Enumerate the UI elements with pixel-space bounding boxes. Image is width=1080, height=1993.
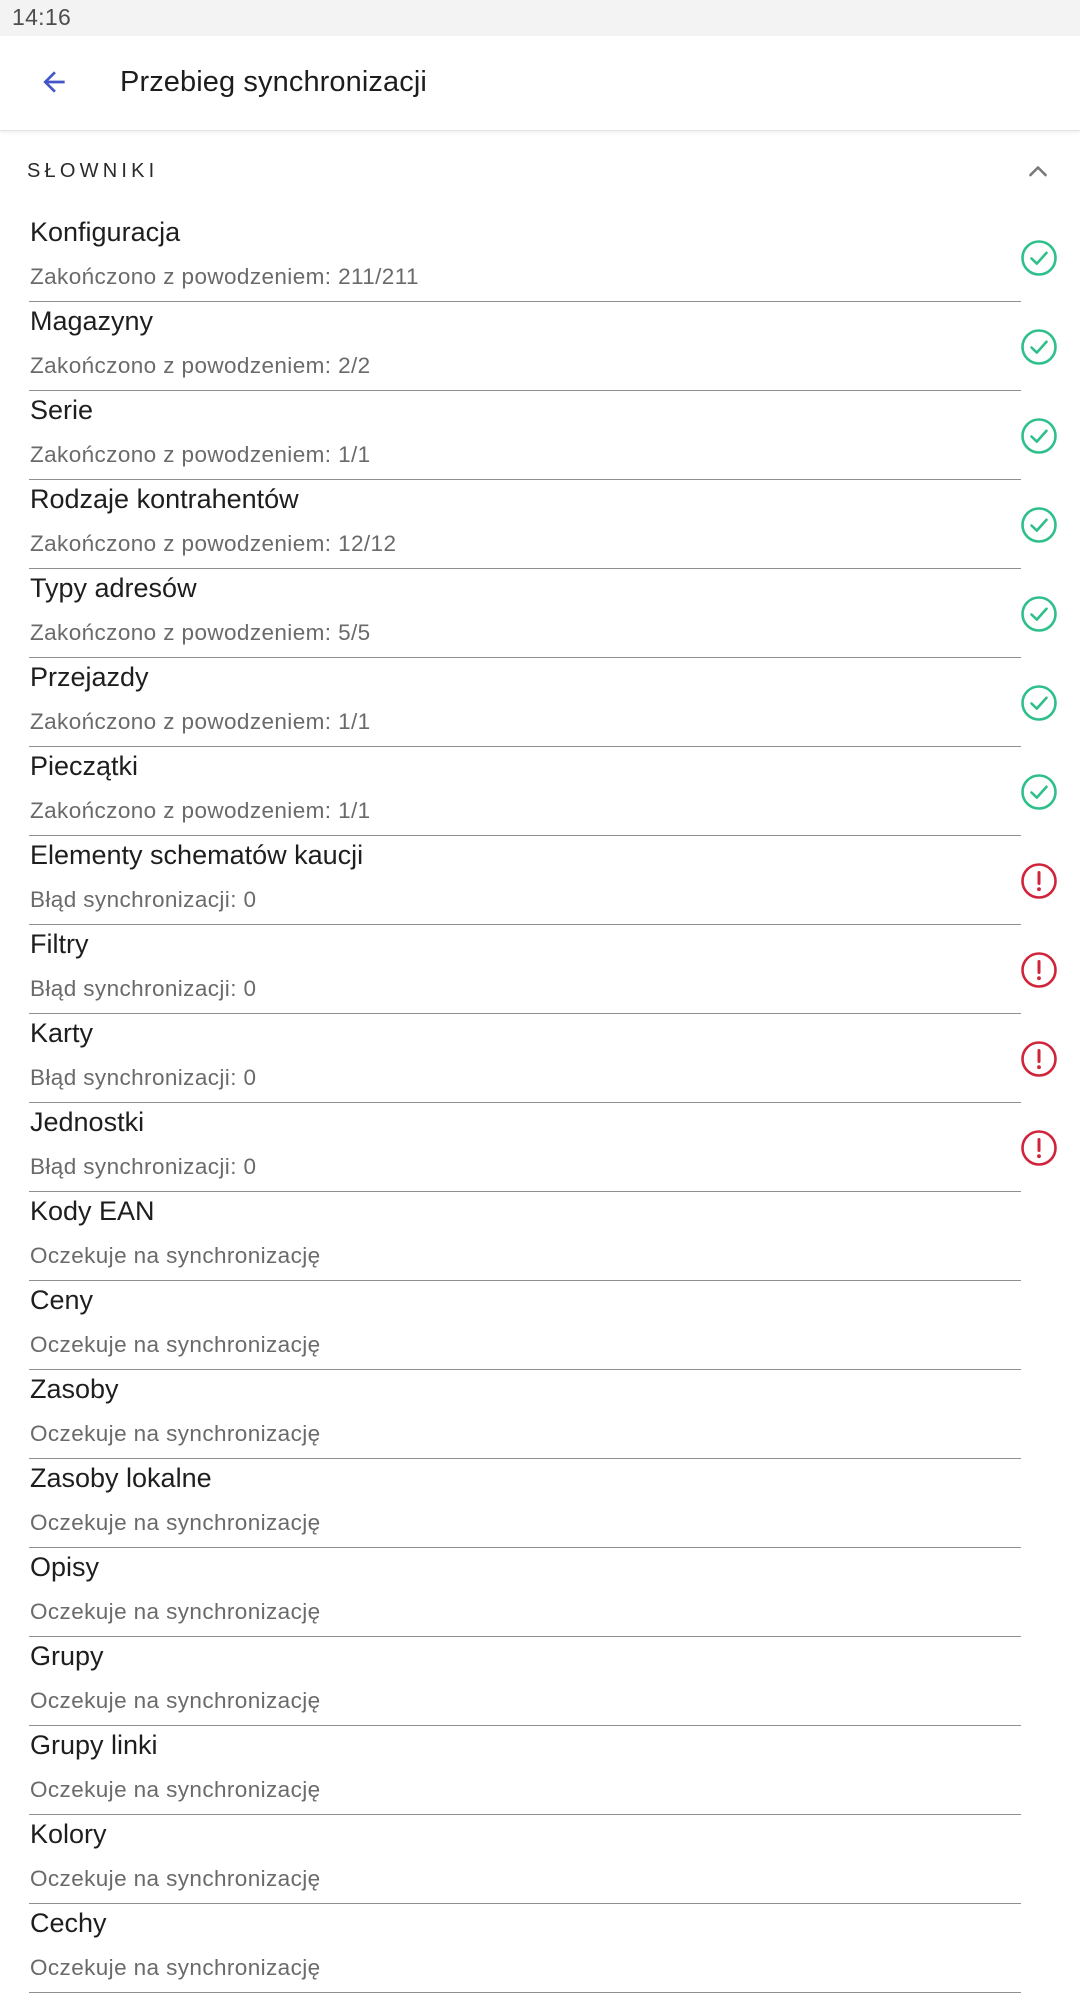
section-header-slowniki[interactable]: SŁOWNIKI bbox=[0, 131, 1080, 211]
list-item[interactable]: Serie Zakończono z powodzeniem: 1/1 bbox=[0, 391, 1080, 480]
item-status: Oczekuje na synchronizację bbox=[30, 1777, 321, 1802]
item-title: Grupy bbox=[30, 1641, 104, 1671]
item-title: Kolory bbox=[30, 1819, 107, 1849]
item-title: Elementy schematów kaucji bbox=[30, 840, 364, 870]
item-status: Błąd synchronizacji: 0 bbox=[30, 976, 257, 1001]
item-status: Oczekuje na synchronizację bbox=[30, 1599, 321, 1624]
list-item[interactable]: Kolory Oczekuje na synchronizację bbox=[0, 1815, 1080, 1904]
list-item[interactable]: Rodzaje kontrahentów Zakończono z powodze… bbox=[0, 480, 1080, 569]
list-item[interactable]: Kody EAN Oczekuje na synchronizację bbox=[0, 1192, 1080, 1281]
item-title: Kody EAN bbox=[30, 1196, 155, 1226]
item-status: Zakończono z powodzeniem: 1/1 bbox=[30, 442, 371, 467]
item-title: Przejazdy bbox=[30, 662, 149, 692]
error-circle-icon bbox=[1021, 1130, 1057, 1166]
item-title: Magazyny bbox=[30, 306, 154, 336]
check-circle-icon bbox=[1021, 329, 1057, 365]
check-circle-icon bbox=[1021, 418, 1057, 454]
item-title: Opisy bbox=[30, 1552, 100, 1582]
error-circle-icon bbox=[1021, 863, 1057, 899]
item-status: Zakończono z powodzeniem: 12/12 bbox=[30, 531, 397, 556]
list-item[interactable]: Elementy schematów kaucji Błąd synchroniz… bbox=[0, 836, 1080, 925]
item-title: Typy adresów bbox=[30, 573, 197, 603]
item-status: Oczekuje na synchronizację bbox=[30, 1421, 321, 1446]
list-item[interactable]: Konfiguracja Zakończono z powodzeniem: 21… bbox=[0, 213, 1080, 302]
check-circle-icon bbox=[1021, 685, 1057, 721]
app-bar: Przebieg synchronizacji bbox=[0, 36, 1080, 131]
check-circle-icon bbox=[1021, 240, 1057, 276]
check-circle-icon bbox=[1021, 596, 1057, 632]
list-item[interactable]: Karty Błąd synchronizacji: 0 bbox=[0, 1014, 1080, 1103]
status-time: 14:16 bbox=[12, 4, 72, 30]
list-item[interactable]: Ceny Oczekuje na synchronizację bbox=[0, 1281, 1080, 1370]
list-item[interactable]: Zasoby lokalne Oczekuje na synchronizację bbox=[0, 1459, 1080, 1548]
item-title: Pieczątki bbox=[30, 751, 139, 781]
item-status: Oczekuje na synchronizację bbox=[30, 1243, 321, 1268]
section-title: SŁOWNIKI bbox=[27, 160, 159, 182]
item-title: Jednostki bbox=[30, 1107, 145, 1137]
item-status: Błąd synchronizacji: 0 bbox=[30, 1154, 257, 1179]
status-bar: 14:16 bbox=[0, 0, 1080, 36]
item-title: Filtry bbox=[30, 929, 89, 959]
item-status: Zakończono z powodzeniem: 2/2 bbox=[30, 353, 371, 378]
chevron-up-icon[interactable] bbox=[1024, 157, 1052, 185]
error-circle-icon bbox=[1021, 952, 1057, 988]
item-status: Zakończono z powodzeniem: 5/5 bbox=[30, 620, 371, 645]
list-item[interactable]: Pieczątki Zakończono z powodzeniem: 1/1 bbox=[0, 747, 1080, 836]
item-title: Zasoby bbox=[30, 1374, 119, 1404]
item-status: Błąd synchronizacji: 0 bbox=[30, 1065, 257, 1090]
item-status: Oczekuje na synchronizację bbox=[30, 1688, 321, 1713]
list-item[interactable]: Grupy Oczekuje na synchronizację bbox=[0, 1637, 1080, 1726]
item-status: Oczekuje na synchronizację bbox=[30, 1866, 321, 1891]
item-title: Rodzaje kontrahentów bbox=[30, 484, 299, 514]
list-item[interactable]: Grupy linki Oczekuje na synchronizację bbox=[0, 1726, 1080, 1815]
sync-list: Konfiguracja Zakończono z powodzeniem: 21… bbox=[0, 213, 1080, 1993]
back-button[interactable] bbox=[26, 54, 82, 110]
list-item[interactable]: Przejazdy Zakończono z powodzeniem: 1/1 bbox=[0, 658, 1080, 747]
item-title: Grupy linki bbox=[30, 1730, 158, 1760]
list-item[interactable]: Filtry Błąd synchronizacji: 0 bbox=[0, 925, 1080, 1014]
item-status: Zakończono z powodzeniem: 1/1 bbox=[30, 798, 371, 823]
list-item[interactable]: Typy adresów Zakończono z powodzeniem: 5/… bbox=[0, 569, 1080, 658]
item-status: Błąd synchronizacji: 0 bbox=[30, 887, 257, 912]
page-title: Przebieg synchronizacji bbox=[120, 66, 427, 98]
item-title: Zasoby lokalne bbox=[30, 1463, 212, 1493]
check-circle-icon bbox=[1021, 774, 1057, 810]
list-item[interactable]: Opisy Oczekuje na synchronizację bbox=[0, 1548, 1080, 1637]
item-title: Ceny bbox=[30, 1285, 94, 1315]
item-status: Zakończono z powodzeniem: 211/211 bbox=[30, 264, 419, 289]
list-item[interactable]: Cechy Oczekuje na synchronizację bbox=[0, 1904, 1080, 1993]
item-title: Karty bbox=[30, 1018, 94, 1048]
item-status: Zakończono z powodzeniem: 1/1 bbox=[30, 709, 371, 734]
arrow-back-icon[interactable] bbox=[38, 66, 70, 98]
item-status: Oczekuje na synchronizację bbox=[30, 1510, 321, 1535]
item-status: Oczekuje na synchronizację bbox=[30, 1332, 321, 1357]
list-item[interactable]: Zasoby Oczekuje na synchronizację bbox=[0, 1370, 1080, 1459]
list-item[interactable]: Magazyny Zakończono z powodzeniem: 2/2 bbox=[0, 302, 1080, 391]
item-title: Cechy bbox=[30, 1908, 107, 1938]
item-title: Konfiguracja bbox=[30, 217, 181, 247]
error-circle-icon bbox=[1021, 1041, 1057, 1077]
item-title: Serie bbox=[30, 395, 94, 425]
check-circle-icon bbox=[1021, 507, 1057, 543]
list-item[interactable]: Jednostki Błąd synchronizacji: 0 bbox=[0, 1103, 1080, 1192]
item-status: Oczekuje na synchronizację bbox=[30, 1955, 321, 1980]
